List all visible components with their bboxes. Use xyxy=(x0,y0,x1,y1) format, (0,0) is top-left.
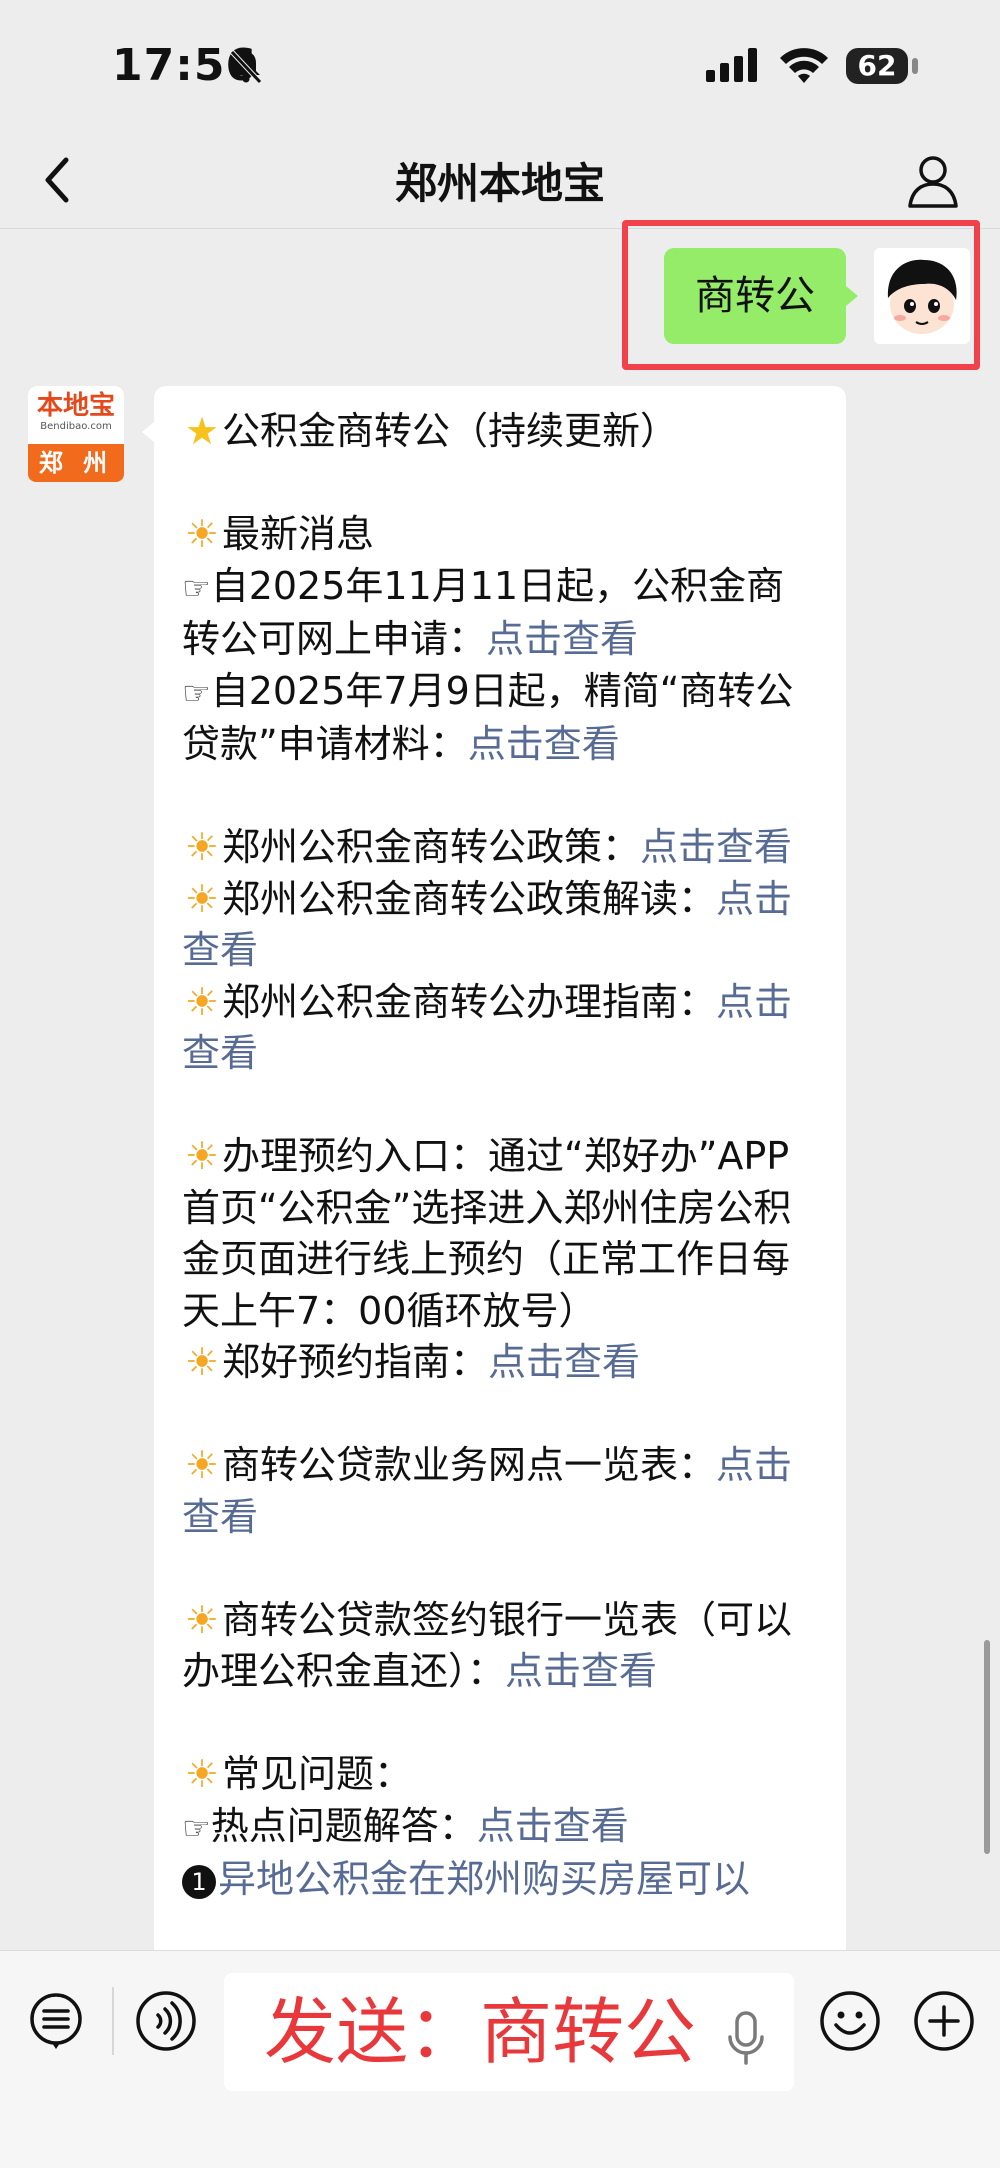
news-heading: 最新消息 xyxy=(222,512,375,556)
microphone-icon[interactable] xyxy=(724,2011,768,2067)
input-bar: 发送：商转公 xyxy=(0,1950,1000,2168)
news-item: ☞自2025年11月11日起，公积金商转公可网上申请：点击查看 xyxy=(182,561,822,666)
plus-icon[interactable] xyxy=(912,1989,976,2053)
guide-item: ☀郑州公积金商转公办理指南：点击查看 xyxy=(182,977,822,1080)
profile-icon[interactable] xyxy=(900,148,966,214)
emoji-icon[interactable] xyxy=(818,1989,882,2053)
sun-icon: ☀ xyxy=(184,876,220,921)
news-text: 自2025年11月11日起，公积金商转公可网上申请： xyxy=(182,563,785,662)
view-link[interactable]: 点击查看 xyxy=(488,1340,640,1384)
logo-city: 郑 州 xyxy=(38,449,114,477)
item-text: 商转公贷款业务网点一览表： xyxy=(222,1443,717,1487)
news-heading-line: ☀最新消息 xyxy=(182,509,822,561)
faq-item: ☞热点问题解答：点击查看 xyxy=(182,1801,822,1855)
sun-icon: ☀ xyxy=(184,512,220,556)
wifi-icon xyxy=(780,48,828,83)
incoming-bubble-tail xyxy=(142,422,154,442)
sun-icon: ☀ xyxy=(184,1443,220,1487)
faq-heading: 常见问题： xyxy=(222,1752,413,1796)
view-link[interactable]: 点击查看 xyxy=(468,722,620,766)
sun-icon: ☀ xyxy=(184,1134,220,1178)
item-text: 郑州公积金商转公政策解读： xyxy=(222,876,717,921)
bendibao-avatar[interactable]: 本地宝 Bendibao.com 郑 州 xyxy=(28,386,124,482)
outgoing-bubble-tail xyxy=(846,286,858,306)
star-icon: ★ xyxy=(184,409,220,453)
sun-icon: ☀ xyxy=(184,1752,220,1796)
item-text: 办理预约入口：通过“郑好办”APP首页“公积金”选择进入郑州住房公积金页面进行线… xyxy=(182,1134,792,1333)
message-input[interactable]: 发送：商转公 xyxy=(224,1973,794,2091)
faq-item: 1 异地公积金在郑州购买房屋可以 xyxy=(182,1854,822,1906)
cartoon-face-icon xyxy=(874,248,970,344)
policy-item: ☀郑州公积金商转公政策：点击查看 xyxy=(182,822,822,874)
menu-list-icon[interactable] xyxy=(26,1991,86,2051)
battery-tip xyxy=(912,58,918,74)
incoming-message-bubble: ★公积金商转公（持续更新） ☀最新消息 ☞自2025年11月11日起，公积金商转… xyxy=(154,386,846,2006)
item-text: 郑州公积金商转公政策： xyxy=(222,825,641,869)
chat-header: 郑州本地宝 xyxy=(0,130,1000,229)
input-value: 发送：商转公 xyxy=(264,1990,697,2074)
appointment-guide-item: ☀郑好预约指南：点击查看 xyxy=(182,1337,822,1389)
logo-url: Bendibao.com xyxy=(40,421,112,432)
faq-link[interactable]: 异地公积金在郑州购买房屋可以 xyxy=(218,1857,750,1901)
outlets-item: ☀商转公贷款业务网点一览表：点击查看 xyxy=(182,1440,822,1543)
view-link[interactable]: 点击查看 xyxy=(486,617,638,661)
item-text: 郑州公积金商转公办理指南： xyxy=(222,979,717,1024)
item-text: 热点问题解答： xyxy=(210,1803,477,1848)
chat-title: 郑州本地宝 xyxy=(394,159,605,208)
user-avatar[interactable] xyxy=(874,248,970,344)
battery-indicator: 62 xyxy=(846,48,908,84)
scrollbar[interactable] xyxy=(984,1640,990,1854)
sun-icon: ☀ xyxy=(184,979,220,1024)
outgoing-message-bubble[interactable]: 商转公 xyxy=(664,248,846,344)
logo-text: 本地宝 xyxy=(36,391,115,421)
banks-item: ☀商转公贷款签约银行一览表（可以办理公积金直还）：点击查看 xyxy=(182,1595,822,1698)
pointing-hand-icon: ☞ xyxy=(182,673,211,712)
cellular-signal-icon xyxy=(706,48,757,82)
sun-icon: ☀ xyxy=(184,825,220,869)
view-link[interactable]: 点击查看 xyxy=(477,1804,629,1848)
view-link[interactable]: 点击查看 xyxy=(505,1649,657,1693)
message-title: 公积金商转公（持续更新） xyxy=(222,409,679,453)
bendibao-logo: 本地宝 Bendibao.com xyxy=(28,386,124,444)
interp-item: ☀郑州公积金商转公政策解读：点击查看 xyxy=(182,874,822,977)
item-text: 商转公贷款签约银行一览表（可以办理公积金直还）： xyxy=(182,1597,793,1694)
divider xyxy=(112,1987,114,2055)
item-text: 郑好预约指南： xyxy=(222,1340,489,1384)
mute-bell-icon xyxy=(230,50,262,84)
faq-heading-line: ☀常见问题： xyxy=(182,1749,822,1801)
pointing-hand-icon: ☞ xyxy=(182,568,211,607)
message-title-line: ★公积金商转公（持续更新） xyxy=(182,406,822,458)
view-link[interactable]: 点击查看 xyxy=(640,825,792,869)
message-content: ★公积金商转公（持续更新） ☀最新消息 ☞自2025年11月11日起，公积金商转… xyxy=(182,406,822,1906)
sun-icon: ☀ xyxy=(184,1597,220,1642)
sun-icon: ☀ xyxy=(184,1340,220,1384)
voice-input-icon[interactable] xyxy=(134,1989,198,2053)
news-item: ☞自2025年7月9日起，精简“商转公贷款”申请材料：点击查看 xyxy=(182,666,822,771)
pointing-hand-icon: ☞ xyxy=(182,1808,211,1847)
appointment-item: ☀办理预约入口：通过“郑好办”APP首页“公积金”选择进入郑州住房公积金页面进行… xyxy=(182,1131,822,1337)
status-bar: 17:56 62 xyxy=(0,0,1000,130)
number-badge: 1 xyxy=(182,1864,216,1899)
